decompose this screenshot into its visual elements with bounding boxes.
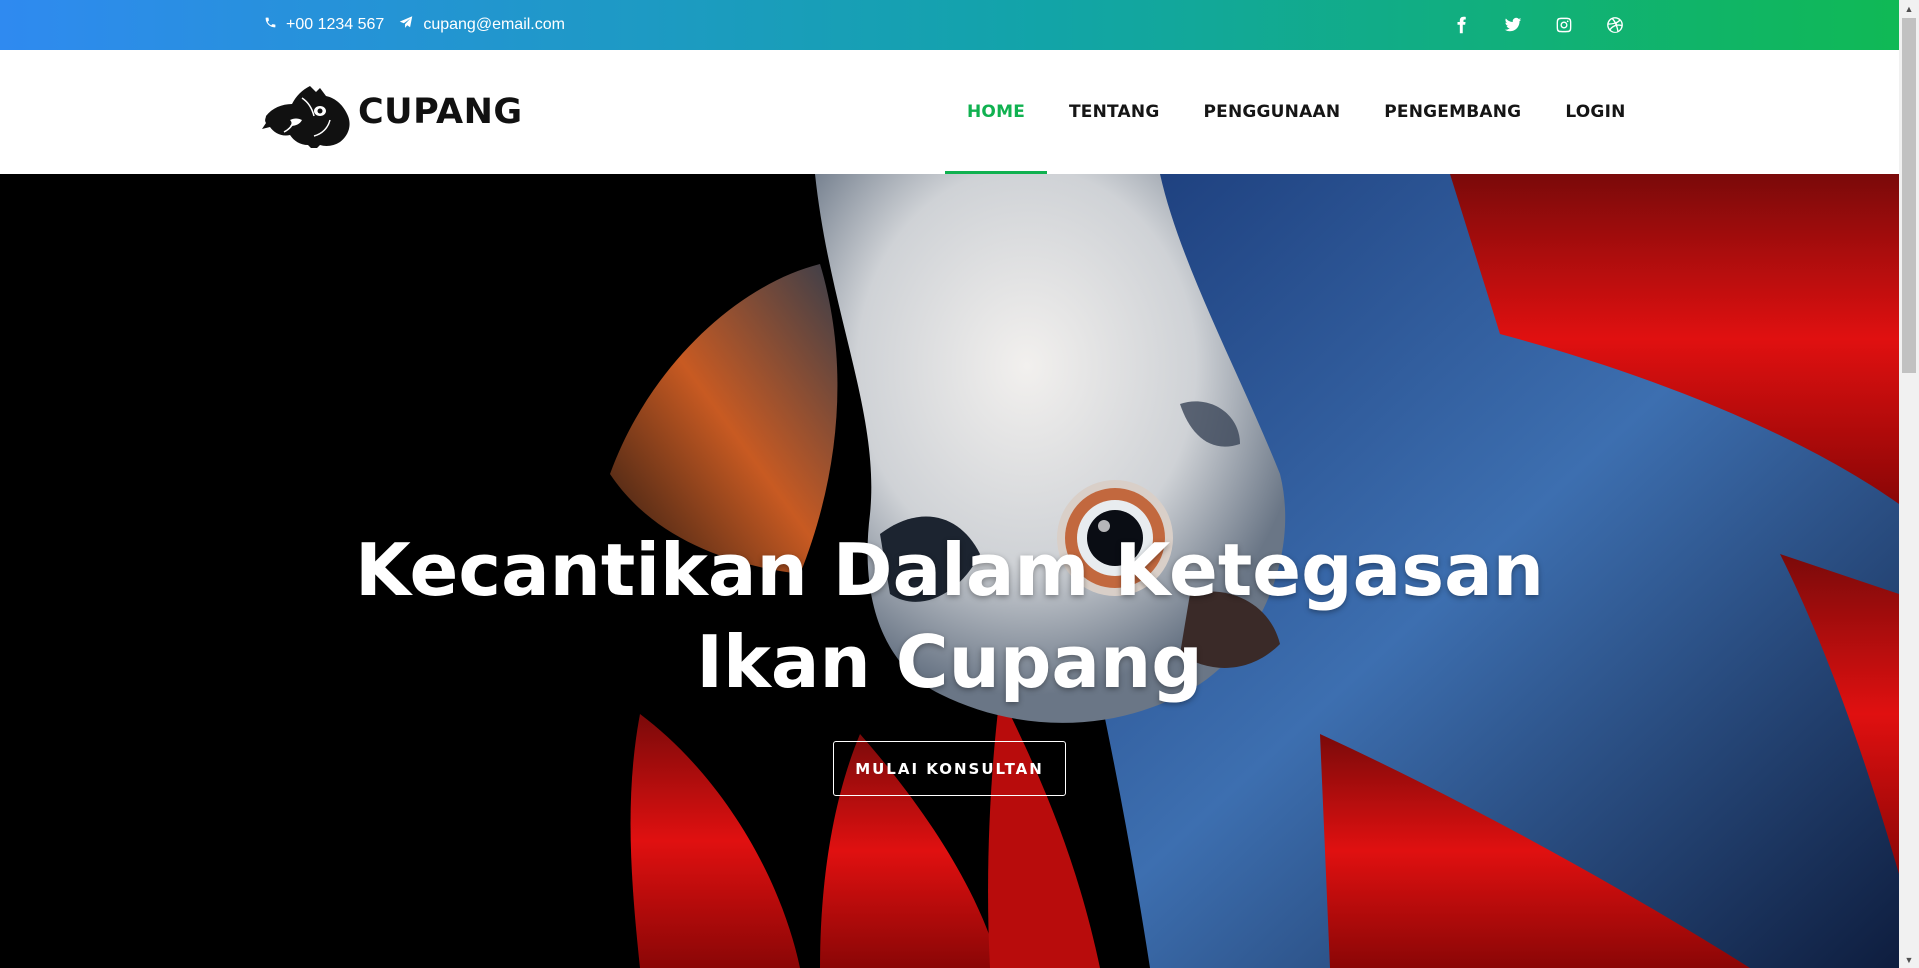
nav-item-pengembang[interactable]: PENGEMBANG — [1362, 50, 1543, 174]
page-scrollbar[interactable]: ▲ ▼ — [1899, 0, 1919, 968]
hero-section: Kecantikan Dalam Ketegasan Ikan Cupang M… — [0, 174, 1899, 968]
instagram-icon[interactable] — [1554, 16, 1573, 35]
hero-title-line-1: Kecantikan Dalam Ketegasan — [355, 528, 1544, 612]
paper-plane-icon — [398, 15, 414, 35]
nav-item-tentang[interactable]: TENTANG — [1047, 50, 1181, 174]
twitter-icon[interactable] — [1503, 16, 1522, 35]
top-contact-bar: +00 1234 567 cupang@email.com — [0, 0, 1899, 50]
scroll-down-arrow-icon[interactable]: ▼ — [1899, 951, 1919, 968]
site-header: CUPANG HOME TENTANG PENGGUNAAN PENGEMBAN… — [0, 50, 1899, 174]
dribbble-icon[interactable] — [1605, 16, 1624, 35]
phone-icon — [264, 16, 277, 34]
scroll-up-arrow-icon[interactable]: ▲ — [1899, 0, 1919, 17]
betta-fish-logo — [262, 86, 350, 148]
email-address: cupang@email.com — [423, 16, 565, 33]
brand-logo-link[interactable]: CUPANG — [260, 76, 523, 148]
phone-contact[interactable]: +00 1234 567 — [264, 16, 384, 34]
scrollbar-thumb[interactable] — [1902, 18, 1916, 373]
nav-item-login[interactable]: LOGIN — [1543, 50, 1647, 174]
nav-item-penggunaan[interactable]: PENGGUNAAN — [1181, 50, 1362, 174]
nav-item-home[interactable]: HOME — [945, 50, 1048, 174]
main-nav: HOME TENTANG PENGGUNAAN PENGEMBANG LOGIN — [945, 50, 1648, 174]
brand-name: CUPANG — [358, 92, 523, 132]
start-consultation-button[interactable]: MULAI KONSULTAN — [833, 741, 1066, 796]
phone-number: +00 1234 567 — [286, 16, 385, 33]
facebook-icon[interactable] — [1452, 16, 1471, 35]
email-contact[interactable]: cupang@email.com — [398, 15, 565, 35]
social-links — [1452, 0, 1624, 50]
hero-title-line-2: Ikan Cupang — [696, 620, 1203, 704]
hero-title: Kecantikan Dalam Ketegasan Ikan Cupang — [0, 524, 1899, 708]
contact-info: +00 1234 567 cupang@email.com — [264, 0, 565, 50]
